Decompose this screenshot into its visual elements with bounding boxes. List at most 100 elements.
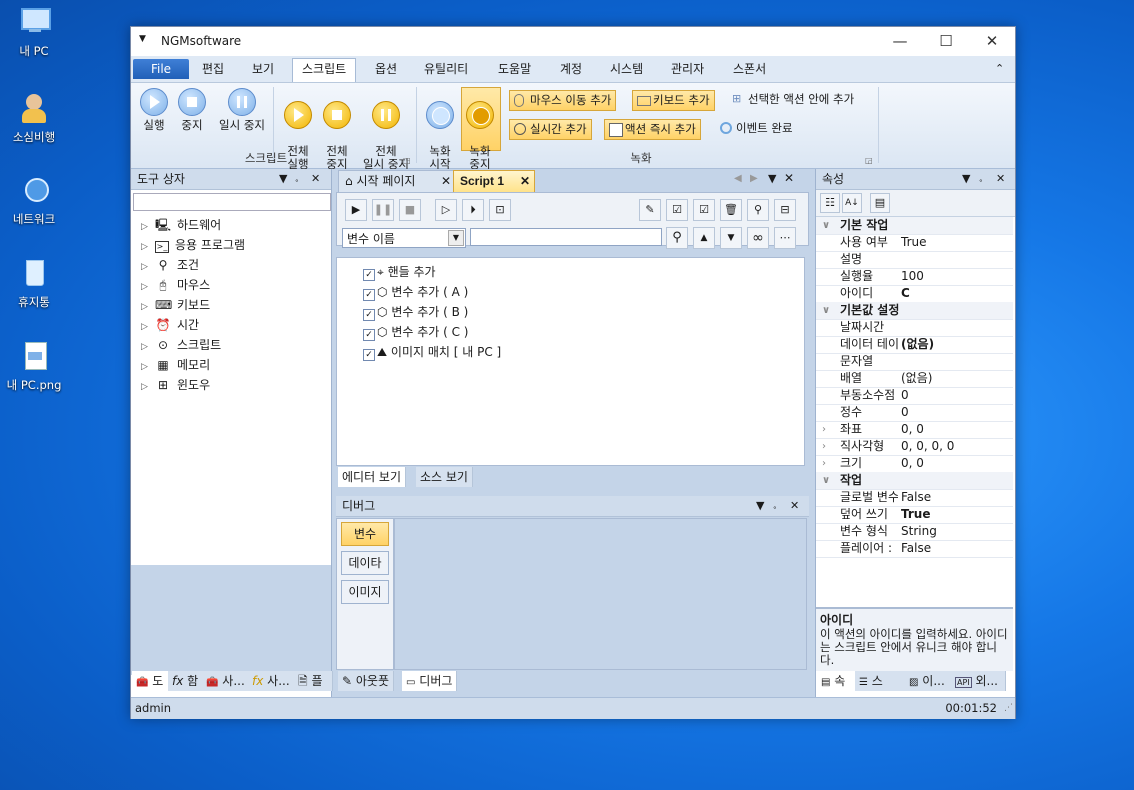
editor-stop-button[interactable]: ■ bbox=[399, 199, 421, 221]
collapse-icon[interactable]: ∨ bbox=[822, 302, 830, 319]
find-button[interactable]: ⚲ bbox=[747, 199, 769, 221]
menu-account[interactable]: 계정 bbox=[551, 59, 591, 79]
menu-file[interactable]: File bbox=[133, 59, 189, 79]
editor-close-icon[interactable]: ✕ bbox=[784, 171, 794, 185]
line-checkbox[interactable]: ✓ bbox=[363, 289, 375, 301]
collapse-icon[interactable]: ∨ bbox=[822, 217, 830, 234]
editor-step-into-button[interactable]: ⏵ bbox=[462, 199, 484, 221]
minimize-button[interactable]: — bbox=[877, 27, 923, 56]
move-up-button[interactable]: ▲ bbox=[693, 227, 715, 249]
tree-view-button[interactable]: ⊟ bbox=[774, 199, 796, 221]
script-line[interactable]: ✓ ⌖ 핸들 추가 bbox=[363, 262, 436, 282]
tab-user-a[interactable]: 🧰 사... bbox=[202, 671, 251, 691]
tab-list-icon[interactable]: ▼ bbox=[768, 172, 776, 185]
move-down-button[interactable]: ▼ bbox=[720, 227, 742, 249]
property-row[interactable]: 사용 여부 True bbox=[816, 234, 1013, 252]
desktop-icon-recycle[interactable]: 휴지통 bbox=[6, 257, 62, 310]
menu-admin[interactable]: 관리자 bbox=[662, 59, 713, 79]
tab-start-page[interactable]: ⌂ 시작 페이지 ✕ bbox=[338, 170, 456, 192]
toolbox-item-hardware[interactable]: ▷ 🖳 하드웨어 bbox=[141, 215, 221, 235]
script-editor[interactable]: ✓ ⌖ 핸들 추가 ✓ ⬡ 변수 추가 ( A ) ✓ ⬡ 변수 추가 ( B ) ✓… bbox=[336, 257, 805, 466]
tab-properties[interactable]: ▤ 속 bbox=[817, 671, 858, 691]
tab-images[interactable]: ▨ 이... bbox=[905, 671, 954, 691]
line-checkbox[interactable]: ✓ bbox=[363, 349, 375, 361]
script-line[interactable]: ✓ ⛰ 이미지 매치 [ 내 PC ] bbox=[363, 342, 501, 362]
property-row[interactable]: 부동소수점 0 bbox=[816, 387, 1013, 405]
toolbox-item-time[interactable]: ▷ ⏰ 시간 bbox=[141, 315, 199, 335]
expand-arrow-icon[interactable]: ▷ bbox=[141, 317, 151, 337]
expand-icon[interactable]: › bbox=[822, 455, 826, 472]
property-row[interactable]: 데이터 테이 (없음) bbox=[816, 336, 1013, 354]
toolbox-item-mouse[interactable]: ▷ 🖰 마우스 bbox=[141, 275, 210, 295]
pin-icon[interactable]: 𝅔 bbox=[979, 169, 982, 189]
property-category[interactable]: ∨ 기본값 설정 bbox=[816, 302, 1013, 320]
script-line[interactable]: ✓ ⬡ 변수 추가 ( A ) bbox=[363, 282, 468, 302]
add-action-instant-button[interactable]: 액션 즉시 추가 bbox=[604, 119, 701, 140]
stop-all-button[interactable]: 전체 중지 bbox=[320, 88, 354, 171]
menu-system[interactable]: 시스템 bbox=[601, 59, 652, 79]
property-row[interactable]: 실행율 100 bbox=[816, 268, 1013, 286]
tab-close-icon[interactable]: ✕ bbox=[441, 171, 451, 192]
toolbox-search-input[interactable] bbox=[133, 193, 331, 211]
property-row[interactable]: › 크기 0, 0 bbox=[816, 455, 1013, 473]
record-stop-button[interactable]: 녹화 중지 bbox=[463, 88, 497, 171]
desktop-icon-network[interactable]: 네트워크 bbox=[6, 174, 62, 227]
event-complete-button[interactable]: 이벤트 완료 bbox=[716, 119, 797, 138]
desktop-icon-user[interactable]: 소심비행 bbox=[6, 92, 62, 145]
property-row[interactable]: 플레이어 : False bbox=[816, 540, 1013, 558]
expand-arrow-icon[interactable]: ▷ bbox=[141, 217, 151, 237]
editor-play-button[interactable]: ▶ bbox=[345, 199, 367, 221]
panel-close-icon[interactable]: ✕ bbox=[790, 496, 799, 516]
check-button[interactable]: ☑ bbox=[693, 199, 715, 221]
line-checkbox[interactable]: ✓ bbox=[363, 269, 375, 281]
toolbox-item-script[interactable]: ▷ ⊙ 스크립트 bbox=[141, 335, 221, 355]
tab-source-view[interactable]: 소스 보기 bbox=[416, 467, 473, 487]
menu-sponsor[interactable]: 스폰서 bbox=[724, 59, 775, 79]
editor-step-button[interactable]: ▷ bbox=[435, 199, 457, 221]
resize-grip-icon[interactable]: ⋰ bbox=[1004, 703, 1013, 713]
add-inside-selected-button[interactable]: ⊞ 선택한 액션 안에 추가 bbox=[728, 90, 858, 109]
expand-arrow-icon[interactable]: ▷ bbox=[141, 377, 151, 397]
more-options-icon[interactable]: ⋯ bbox=[774, 227, 796, 249]
add-realtime-button[interactable]: 실시간 추가 bbox=[509, 119, 592, 140]
property-row[interactable]: 덮어 쓰기 True bbox=[816, 506, 1013, 524]
close-button[interactable]: ✕ bbox=[969, 27, 1015, 56]
toolbox-item-window[interactable]: ▷ ⊞ 윈도우 bbox=[141, 375, 210, 395]
scroll-right-icon[interactable]: ▶ bbox=[750, 173, 758, 184]
script-line[interactable]: ✓ ⬡ 변수 추가 ( B ) bbox=[363, 302, 468, 322]
property-row[interactable]: 문자열 bbox=[816, 353, 1013, 371]
scroll-left-icon[interactable]: ◀ bbox=[734, 173, 742, 184]
maximize-button[interactable]: ☐ bbox=[923, 27, 969, 56]
property-row[interactable]: 배열 (없음) bbox=[816, 370, 1013, 388]
desktop-icon-my-pc[interactable]: 내 PC bbox=[6, 6, 62, 59]
pin-icon[interactable]: 𝅔 bbox=[773, 496, 776, 516]
ribbon-collapse-icon[interactable]: ⌃ bbox=[986, 59, 1013, 79]
property-row[interactable]: 설명 bbox=[816, 251, 1013, 269]
toolbox-item-condition[interactable]: ▷ ⚲ 조건 bbox=[141, 255, 199, 275]
menu-help[interactable]: 도움말 bbox=[489, 59, 540, 79]
panel-dropdown-icon[interactable]: ▼ bbox=[962, 169, 970, 189]
expand-icon[interactable]: › bbox=[822, 421, 826, 438]
line-checkbox[interactable]: ✓ bbox=[363, 329, 375, 341]
tab-debug[interactable]: ▭ 디버그 bbox=[402, 671, 458, 691]
property-pages-icon[interactable]: ▤ bbox=[870, 193, 890, 213]
property-row[interactable]: 글로벌 변수 False bbox=[816, 489, 1013, 507]
desktop-icon-image-file[interactable]: 내 PC.png bbox=[6, 340, 62, 393]
debug-variables-button[interactable]: 변수 bbox=[341, 522, 389, 546]
expand-arrow-icon[interactable]: ▷ bbox=[141, 337, 151, 357]
debug-image-button[interactable]: 이미지 bbox=[341, 580, 389, 604]
variable-select[interactable]: 변수 이름 ▼ bbox=[342, 228, 466, 248]
pin-icon[interactable]: 𝅔 bbox=[295, 169, 298, 189]
tab-external[interactable]: API 외... bbox=[951, 671, 1006, 691]
search-icon[interactable]: ⚲ bbox=[666, 227, 688, 249]
menu-utility[interactable]: 유틸리티 bbox=[415, 59, 477, 79]
panel-close-icon[interactable]: ✕ bbox=[996, 169, 1005, 189]
panel-dropdown-icon[interactable]: ▼ bbox=[756, 496, 764, 516]
property-category[interactable]: ∨ 기본 작업 bbox=[816, 217, 1013, 235]
script-line[interactable]: ✓ ⬡ 변수 추가 ( C ) bbox=[363, 322, 468, 342]
property-row[interactable]: › 직사각형 0, 0, 0, 0 bbox=[816, 438, 1013, 456]
tab-plugin[interactable]: 🗎 플 bbox=[294, 671, 333, 691]
expand-icon[interactable]: › bbox=[822, 438, 826, 455]
property-row[interactable]: 변수 형식 String bbox=[816, 523, 1013, 541]
quick-access-dropdown-icon[interactable]: ▼ bbox=[139, 34, 146, 44]
